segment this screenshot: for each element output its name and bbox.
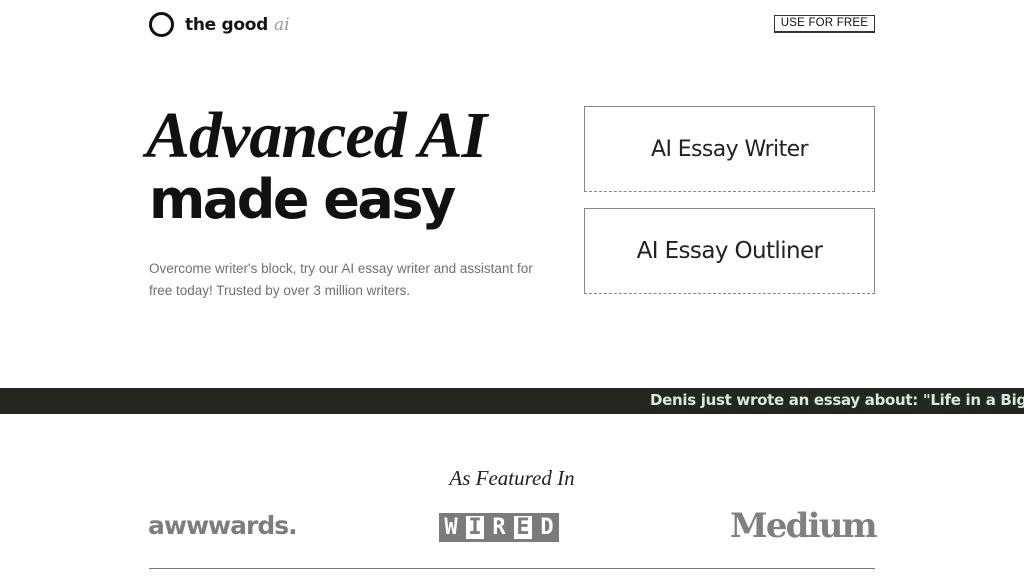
hero-subtitle: Overcome writer's block, try our AI essa… [149, 261, 533, 298]
site-logo[interactable]: the good ai [149, 12, 290, 37]
logo-text: the good [185, 14, 268, 35]
divider [149, 568, 875, 569]
ai-essay-writer-button[interactable]: AI Essay Writer [584, 106, 875, 192]
ticker-text: Denis just wrote an essay about: "Life i… [650, 391, 1024, 409]
activity-ticker: Denis just wrote an essay about: "Life i… [0, 388, 1024, 414]
site-header: the good ai USE FOR FREE [149, 11, 875, 37]
featured-in-heading: As Featured In [449, 466, 575, 490]
use-for-free-button[interactable]: USE FOR FREE [774, 15, 875, 33]
headline-line-2: made easy [149, 168, 456, 231]
ai-essay-outliner-button[interactable]: AI Essay Outliner [584, 208, 875, 294]
wired-logo: W I R E D [439, 513, 559, 542]
medium-logo: Medium [730, 506, 878, 546]
headline-line-1: Advanced AI [146, 99, 487, 172]
awwwards-logo: awwwards. [148, 511, 298, 540]
circle-logo-icon [149, 12, 174, 37]
logo-ai-text: ai [273, 14, 290, 35]
